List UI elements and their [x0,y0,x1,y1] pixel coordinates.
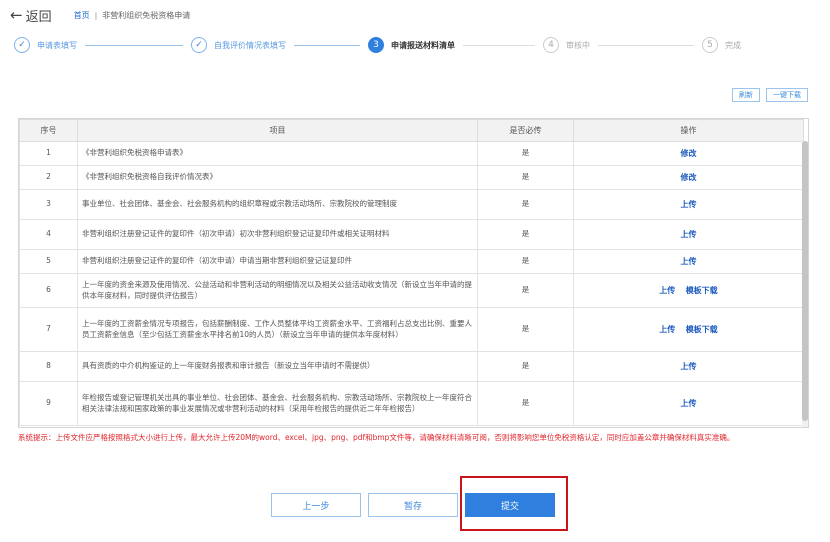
row-item: 上一年度的工资薪金情况专项报告，包括薪酬制度、工作人员整体平均工资薪金水平、工资… [77,307,478,352]
step-3-label: 申请报送材料清单 [391,40,455,50]
row-ops: 上传 [573,189,804,220]
step-5-number: 5 [702,37,718,53]
row-required: 是 [477,141,574,166]
download-all-button[interactable]: 一键下载 [766,88,808,102]
col-required-header: 是否必传 [477,119,574,142]
system-notice: 系统提示：上传文件应严格按照格式大小进行上传，最大允许上传20M的word、ex… [18,433,735,442]
back-arrow-icon: ← [10,6,23,24]
row-index: 6 [19,273,78,308]
row-index: 1 [19,141,78,166]
row-index: 9 [19,381,78,426]
row-item: 事业单位、社会团体、基金会、社会服务机构的组织章程或宗教活动场所、宗教院校的管理… [77,189,478,220]
row-ops: 上传 模板下载 [573,307,804,352]
row-index: 4 [19,219,78,250]
table-row: 2 《非营利组织免税资格自我评价情况表》 是 修改 [19,165,804,190]
col-ops-header: 操作 [573,119,804,142]
row-index: 7 [19,307,78,352]
upload-link[interactable]: 上传 [681,362,697,371]
row-required: 是 [477,165,574,190]
refresh-button[interactable]: 刷新 [732,88,760,102]
step-5: 5 完成 [702,37,741,53]
row-item: 非营利组织注册登记证件的复印件（初次申请）初次非营利组织登记证复印件或相关证明材… [77,219,478,250]
previous-step-button[interactable]: 上一步 [271,493,361,517]
step-2: ✓ 自我评价情况表填写 [191,37,286,53]
row-item: 非营利组织注册登记证件的复印件（初次申请）申请当期非营利组织登记证复印件 [77,249,478,274]
upload-link[interactable]: 上传 [681,200,697,209]
step-4-number: 4 [543,37,559,53]
footer-actions: 上一步 暂存 提交 [0,488,830,528]
edit-link[interactable]: 修改 [681,149,697,158]
table-actions: 刷新 一键下载 [732,88,808,102]
table-scrollbar-thumb[interactable] [802,141,808,421]
step-1-check-icon: ✓ [14,37,30,53]
back-label: 返回 [25,9,52,25]
table-row: 1 《非营利组织免税资格申请表》 是 修改 [19,141,804,166]
row-item: 《非营利组织免税资格自我评价情况表》 [77,165,478,190]
template-download-link[interactable]: 模板下载 [686,286,718,295]
upload-link[interactable]: 上传 [681,257,697,266]
step-4-label: 审核中 [566,40,590,50]
step-2-check-icon: ✓ [191,37,207,53]
step-connector [463,44,535,46]
table-row: 8 具有资质的中介机构鉴证的上一年度财务报表和审计报告（新设立当年申请时不需提供… [19,351,804,382]
breadcrumb-current: 非营利组织免税资格申请 [102,10,191,20]
upload-link[interactable]: 上传 [659,325,675,334]
row-required: 是 [477,249,574,274]
col-item-header: 项目 [77,119,478,142]
row-ops: 上传 模板下载 [573,273,804,308]
step-1-label: 申请表填写 [37,40,77,50]
breadcrumb: 首页 | 非营利组织免税资格申请 [74,10,191,21]
table-row: 3 事业单位、社会团体、基金会、社会服务机构的组织章程或宗教活动场所、宗教院校的… [19,189,804,220]
row-index: 2 [19,165,78,190]
upload-link[interactable]: 上传 [681,230,697,239]
back-button[interactable]: ← 返回 [10,6,52,25]
row-ops: 上传 [573,219,804,250]
upload-link[interactable]: 上传 [681,399,697,408]
step-3-number: 3 [368,37,384,53]
row-required: 是 [477,219,574,250]
table-row: 5 非营利组织注册登记证件的复印件（初次申请）申请当期非营利组织登记证复印件 是… [19,249,804,274]
template-download-link[interactable]: 模板下载 [686,325,718,334]
row-item: 年检报告或登记管理机关出具的事业单位、社会团体、基金会、社会服务机构、宗教活动场… [77,381,478,426]
breadcrumb-home[interactable]: 首页 [74,10,90,21]
row-ops: 上传 [573,351,804,382]
row-index: 5 [19,249,78,274]
row-item: 《非营利组织免税资格申请表》 [77,141,478,166]
edit-link[interactable]: 修改 [681,173,697,182]
table-row: 4 非营利组织注册登记证件的复印件（初次申请）初次非营利组织登记证复印件或相关证… [19,219,804,250]
step-connector [598,44,694,46]
save-draft-button[interactable]: 暂存 [368,493,458,517]
step-1: ✓ 申请表填写 [14,37,77,53]
step-2-label: 自我评价情况表填写 [214,40,286,50]
step-connector [294,44,360,46]
row-required: 是 [477,273,574,308]
upload-link[interactable]: 上传 [659,286,675,295]
top-bar: ← 返回 首页 | 非营利组织免税资格申请 [0,0,830,30]
row-required: 是 [477,381,574,426]
breadcrumb-separator: | [94,10,98,20]
row-required: 是 [477,307,574,352]
progress-steps: ✓ 申请表填写 ✓ 自我评价情况表填写 3 申请报送材料清单 4 审核中 5 完… [14,32,830,58]
row-ops: 上传 [573,381,804,426]
materials-table: 序号 项目 是否必传 操作 1 《非营利组织免税资格申请表》 是 修改 2 《非… [18,118,809,428]
step-5-label: 完成 [725,40,741,50]
table-row: 9 年检报告或登记管理机关出具的事业单位、社会团体、基金会、社会服务机构、宗教活… [19,381,804,426]
step-connector [85,44,183,46]
row-ops: 修改 [573,141,804,166]
row-index: 8 [19,351,78,382]
table-row: 7 上一年度的工资薪金情况专项报告，包括薪酬制度、工作人员整体平均工资薪金水平、… [19,307,804,352]
step-3: 3 申请报送材料清单 [368,37,455,53]
table-header-row: 序号 项目 是否必传 操作 [19,119,804,142]
submit-highlight-box [460,476,568,531]
row-required: 是 [477,189,574,220]
row-item: 上一年度的资金来源及使用情况、公益活动和非营利活动的明细情况以及相关公益活动收支… [77,273,478,308]
table-row: 6 上一年度的资金来源及使用情况、公益活动和非营利活动的明细情况以及相关公益活动… [19,273,804,308]
row-ops: 修改 [573,165,804,190]
row-ops: 上传 [573,249,804,274]
step-4: 4 审核中 [543,37,590,53]
row-item: 具有资质的中介机构鉴证的上一年度财务报表和审计报告（新设立当年申请时不需提供） [77,351,478,382]
row-index: 3 [19,189,78,220]
row-required: 是 [477,351,574,382]
col-index-header: 序号 [19,119,78,142]
